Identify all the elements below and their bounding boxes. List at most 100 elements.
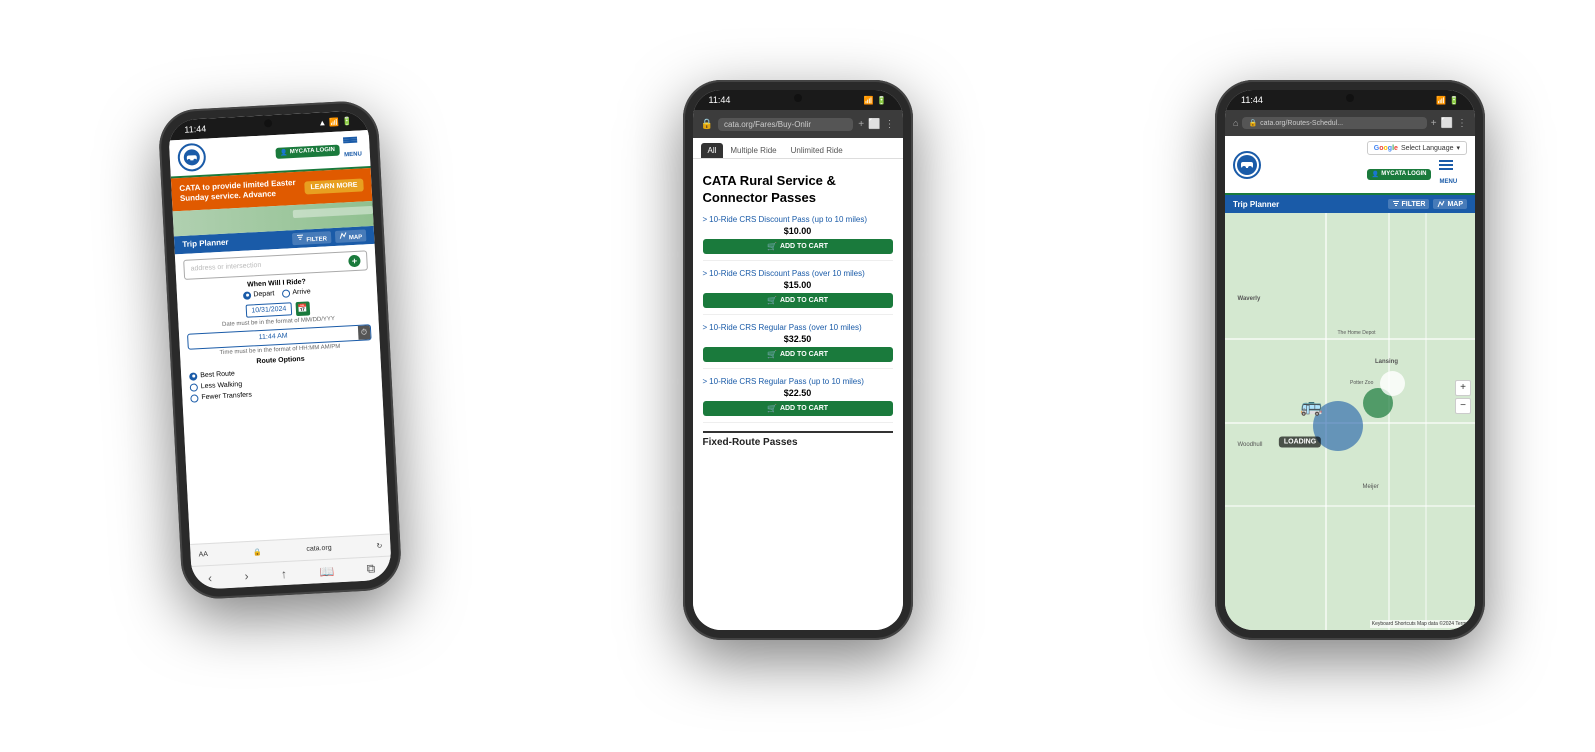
- add-to-cart-btn-1[interactable]: 🛒 ADD TO CART: [703, 239, 893, 254]
- map-controls-right: + −: [1455, 380, 1471, 414]
- forward-btn-left[interactable]: ›: [244, 568, 249, 582]
- fewer-transfers-radio[interactable]: [190, 394, 198, 402]
- header-row2-right: 👤 MYCATA LOGIN MENU: [1367, 160, 1467, 188]
- add-to-cart-btn-4[interactable]: 🛒 ADD TO CART: [703, 401, 893, 416]
- url-right[interactable]: 🔒 cata.org/Routes-Schedul...: [1242, 117, 1426, 129]
- arrive-radio[interactable]: [282, 289, 290, 297]
- map-label-3: Meijer: [1363, 484, 1379, 490]
- browser-bar-right: ⌂ 🔒 cata.org/Routes-Schedul... + ⬜ ⋮: [1225, 110, 1475, 136]
- cart-icon-4: 🛒: [767, 404, 777, 413]
- cart-icon-3: 🛒: [767, 350, 777, 359]
- depart-radio[interactable]: [243, 291, 251, 299]
- map-label-1: Waverly: [1238, 296, 1261, 302]
- phone-center: 11:44 📶🔋 🔒 cata.org/Fares/Buy-Onlir + ⬜ …: [683, 80, 913, 640]
- calendar-icon[interactable]: 📅: [295, 301, 310, 316]
- tab-all[interactable]: All: [701, 143, 724, 158]
- add-to-cart-btn-2[interactable]: 🛒 ADD TO CART: [703, 293, 893, 308]
- lock-icon-left: 🔒: [253, 548, 262, 556]
- best-route-radio[interactable]: [189, 372, 197, 380]
- map-attribution: Keyboard Shortcuts Map data ©2024 Terms: [1370, 620, 1471, 628]
- tab-multiple-ride[interactable]: Multiple Ride: [723, 143, 783, 158]
- road-h3: [1225, 505, 1475, 507]
- trip-planner-title: Trip Planner: [182, 238, 229, 249]
- road-v3: [1425, 213, 1427, 630]
- share-btn-left[interactable]: ↑: [281, 566, 288, 580]
- filter-icon[interactable]: FILTER: [292, 231, 331, 245]
- menu-btn-right[interactable]: MENU: [1439, 160, 1457, 188]
- time-center: 11:44: [709, 95, 731, 105]
- time-right: 11:44: [1241, 95, 1263, 105]
- share-right-icon[interactable]: ⬜: [1441, 118, 1453, 129]
- less-walking-radio[interactable]: [190, 383, 198, 391]
- tab-unlimited-ride[interactable]: Unlimited Ride: [784, 143, 850, 158]
- phone-right: 11:44 📶🔋 ⌂ 🔒 cata.org/Routes-Schedul... …: [1215, 80, 1485, 640]
- text-size-label: AA: [198, 551, 208, 558]
- lock-icon-center: 🔒: [701, 119, 713, 130]
- map-icon-tp[interactable]: MAP: [335, 229, 367, 243]
- depart-option[interactable]: Depart: [243, 290, 274, 300]
- menu-btn-left[interactable]: MENU: [343, 136, 362, 161]
- road-h1: [1225, 338, 1475, 340]
- mycata-login-btn-right[interactable]: 👤 MYCATA LOGIN: [1367, 169, 1432, 180]
- lock-icon-right: 🔒: [1248, 119, 1257, 127]
- clock-icon[interactable]: ⏱: [358, 325, 371, 340]
- zoom-in-btn[interactable]: +: [1455, 380, 1471, 396]
- road-v2: [1388, 213, 1390, 630]
- loading-indicator: LOADING: [1279, 437, 1321, 448]
- status-icons-left: ▲📶🔋: [318, 116, 352, 127]
- cart-icon-2: 🛒: [767, 296, 777, 305]
- arrive-option[interactable]: Arrive: [282, 288, 311, 297]
- fares-content: CATA Rural Service & Connector Passes 10…: [693, 167, 903, 630]
- phone-left: 11:44 ▲📶🔋: [157, 100, 402, 601]
- cata-logo-left: [177, 143, 206, 172]
- pass-price-2: $15.00: [703, 280, 893, 290]
- map-label-potter: Potter Zoo: [1350, 380, 1373, 386]
- filter-btn-right[interactable]: FILTER: [1388, 199, 1430, 209]
- map-btn-right[interactable]: MAP: [1433, 199, 1467, 209]
- pass-item-2: 10-Ride CRS Discount Pass (over 10 miles…: [703, 269, 893, 315]
- bookmarks-btn-left[interactable]: 📖: [319, 564, 335, 579]
- tp-icons-right: FILTER MAP: [1388, 199, 1467, 209]
- browser-icons-center: + ⬜ ⋮: [858, 119, 894, 130]
- more-icon[interactable]: ⋮: [885, 119, 895, 130]
- map-label-lansing: Lansing: [1375, 359, 1398, 365]
- tabs-btn-left[interactable]: ⧉: [366, 561, 375, 576]
- map-label-2: Woodhull: [1238, 442, 1263, 448]
- pass-item-4: 10-Ride CRS Regular Pass (up to 10 miles…: [703, 377, 893, 423]
- plus-tab-icon[interactable]: +: [858, 119, 864, 130]
- pass-price-1: $10.00: [703, 226, 893, 236]
- select-language-btn[interactable]: Google Select Language ▾: [1367, 141, 1467, 155]
- mycata-login-btn-left[interactable]: 👤 MYCATA LOGIN: [275, 144, 340, 158]
- plus-tab-right[interactable]: +: [1431, 118, 1437, 129]
- add-to-cart-btn-3[interactable]: 🛒 ADD TO CART: [703, 347, 893, 362]
- reload-btn-left[interactable]: ↻: [376, 541, 382, 549]
- map-label-home: The Home Depot: [1338, 330, 1376, 336]
- learn-more-btn[interactable]: LEARN MORE: [304, 178, 364, 194]
- more-right-icon[interactable]: ⋮: [1457, 118, 1467, 129]
- pass-item-1: 10-Ride CRS Discount Pass (up to 10 mile…: [703, 215, 893, 261]
- fares-title: CATA Rural Service & Connector Passes: [703, 173, 893, 207]
- pass-name-3[interactable]: 10-Ride CRS Regular Pass (over 10 miles): [703, 323, 893, 332]
- bus-icon-map: 🚌: [1300, 396, 1322, 417]
- date-input[interactable]: 10/31/2024: [246, 303, 292, 318]
- cart-icon-1: 🛒: [767, 242, 777, 251]
- header-tools-right: Google Select Language ▾ 👤 MYCATA LOGIN: [1367, 141, 1467, 188]
- fares-tabs: All Multiple Ride Unlimited Ride: [693, 138, 903, 159]
- pass-name-2[interactable]: 10-Ride CRS Discount Pass (over 10 miles…: [703, 269, 893, 278]
- back-btn-left[interactable]: ‹: [208, 570, 213, 584]
- cata-header-right: Google Select Language ▾ 👤 MYCATA LOGIN: [1225, 136, 1475, 195]
- scene: CAA 11:44 ▲📶🔋: [0, 0, 1595, 752]
- browser-bar-center: 🔒 cata.org/Fares/Buy-Onlir + ⬜ ⋮: [693, 110, 903, 138]
- time-left: 11:44: [184, 124, 206, 135]
- pass-name-4[interactable]: 10-Ride CRS Regular Pass (up to 10 miles…: [703, 377, 893, 386]
- pass-item-3: 10-Ride CRS Regular Pass (over 10 miles)…: [703, 323, 893, 369]
- url-center[interactable]: cata.org/Fares/Buy-Onlir: [718, 118, 853, 131]
- add-location-icon[interactable]: +: [348, 254, 361, 267]
- map-area-right: 🚌 LOADING + − Keyboard Shortcuts Map dat…: [1225, 213, 1475, 630]
- zoom-out-btn[interactable]: −: [1455, 398, 1471, 414]
- home-icon-right: ⌂: [1233, 118, 1238, 128]
- address-input[interactable]: address or intersection +: [183, 250, 368, 280]
- pass-name-1[interactable]: 10-Ride CRS Discount Pass (up to 10 mile…: [703, 215, 893, 224]
- share-center-icon[interactable]: ⬜: [868, 119, 880, 130]
- cata-logo-right: [1233, 151, 1261, 179]
